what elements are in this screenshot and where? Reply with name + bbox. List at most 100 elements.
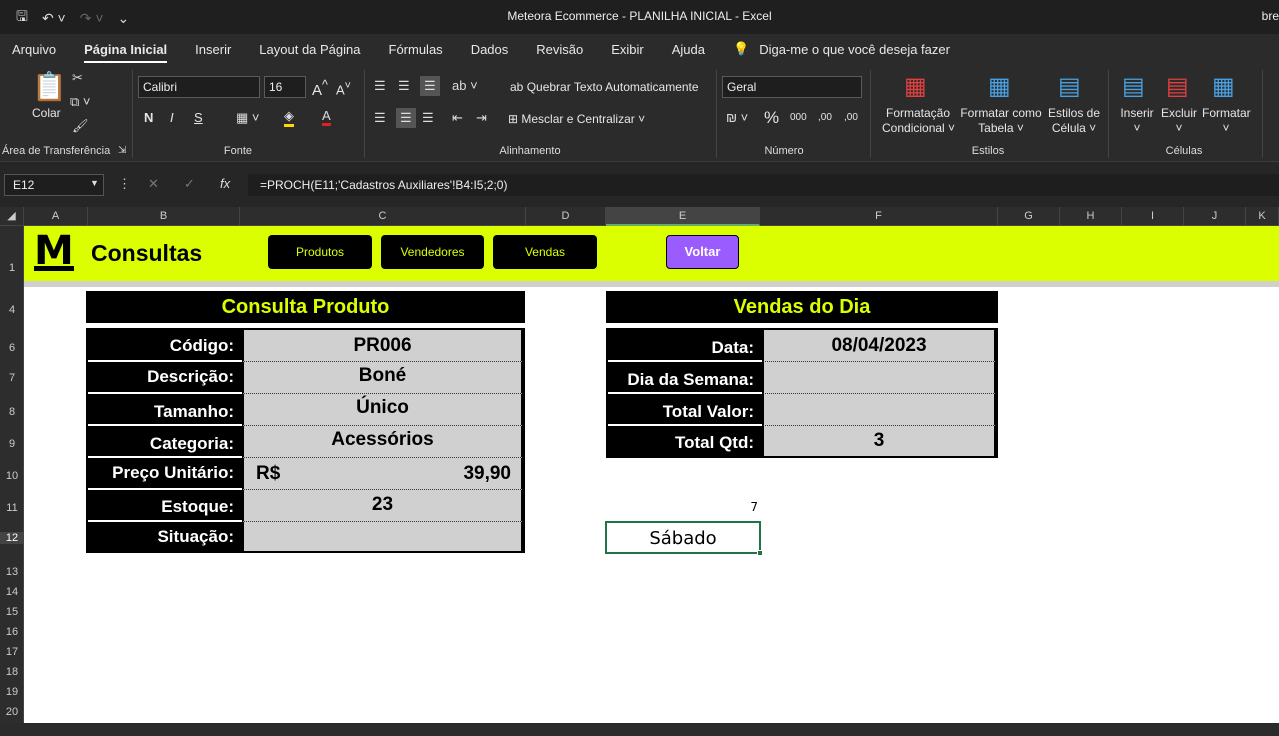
- column-header[interactable]: E: [606, 207, 760, 226]
- fill-handle[interactable]: [757, 550, 763, 556]
- total-valor-value[interactable]: [762, 394, 996, 426]
- increase-decimal-button[interactable]: ,00: [818, 112, 832, 123]
- row-header[interactable]: 1: [0, 262, 24, 274]
- row-header[interactable]: 9: [0, 438, 24, 450]
- dialog-launcher-icon[interactable]: ⇲: [118, 145, 126, 156]
- column-header[interactable]: K: [1246, 207, 1279, 226]
- row-header[interactable]: 16: [0, 626, 24, 638]
- align-center-icon[interactable]: ☰: [396, 108, 416, 128]
- row-header[interactable]: 8: [0, 406, 24, 418]
- categoria-value[interactable]: Acessórios: [242, 426, 523, 458]
- format-as-table-button[interactable]: Formatar como Tabela ˅: [958, 106, 1044, 136]
- grow-font-button[interactable]: A^: [312, 78, 328, 99]
- row-header[interactable]: 15: [0, 606, 24, 618]
- preco-cell[interactable]: R$ 39,90: [242, 458, 523, 490]
- tab-inserir[interactable]: Inserir: [195, 42, 231, 57]
- total-qtd-value[interactable]: 3: [762, 426, 996, 456]
- more-options-icon[interactable]: ⋮: [118, 176, 131, 192]
- codigo-value[interactable]: PR006: [242, 330, 523, 362]
- row-header[interactable]: 19: [0, 686, 24, 698]
- tab-pagina-inicial[interactable]: Página Inicial: [84, 42, 168, 63]
- column-header[interactable]: A: [24, 207, 88, 226]
- tab-dados[interactable]: Dados: [471, 42, 509, 57]
- column-header[interactable]: D: [526, 207, 606, 226]
- descricao-value[interactable]: Boné: [242, 362, 523, 394]
- column-header[interactable]: G: [998, 207, 1060, 226]
- cell-styles-icon[interactable]: ▤: [1058, 72, 1081, 101]
- format-cells-icon[interactable]: ▦: [1212, 72, 1235, 101]
- paste-icon[interactable]: 📋: [32, 70, 67, 103]
- orientation-icon[interactable]: ab ˅: [452, 78, 478, 93]
- formula-input[interactable]: =PROCH(E11;'Cadastros Auxiliares'!B4:I5;…: [248, 174, 1279, 196]
- conditional-format-icon[interactable]: ▦: [904, 72, 927, 101]
- user-name[interactable]: bre: [1262, 9, 1279, 23]
- increase-indent-icon[interactable]: ⇥: [476, 110, 487, 126]
- fill-color-icon[interactable]: ◈: [284, 108, 294, 127]
- thousands-button[interactable]: 000: [790, 112, 807, 123]
- tell-me-search[interactable]: Diga-me o que você deseja fazer: [759, 42, 950, 57]
- row-header[interactable]: 4: [0, 304, 24, 316]
- tab-exibir[interactable]: Exibir: [611, 42, 644, 57]
- bold-button[interactable]: N: [144, 110, 153, 125]
- row-header[interactable]: 18: [0, 666, 24, 678]
- cancel-icon[interactable]: ✕: [148, 176, 159, 192]
- cut-icon[interactable]: ✂: [72, 70, 83, 86]
- insert-cells-icon[interactable]: ▤: [1122, 72, 1145, 101]
- vendas-button[interactable]: Vendas: [493, 235, 597, 269]
- insert-function-icon[interactable]: fx: [220, 176, 230, 191]
- enter-icon[interactable]: ✓: [184, 176, 195, 192]
- tab-arquivo[interactable]: Arquivo: [12, 42, 56, 57]
- format-cells-button[interactable]: Formatar ˅: [1202, 106, 1251, 136]
- format-table-icon[interactable]: ▦: [988, 72, 1011, 101]
- font-color-icon[interactable]: A: [322, 108, 331, 126]
- row-header[interactable]: 13: [0, 566, 24, 578]
- wrap-text-button[interactable]: ab Quebrar Texto Automaticamente: [510, 80, 699, 94]
- row-header[interactable]: 14: [0, 586, 24, 598]
- align-top-icon[interactable]: ☰: [374, 78, 386, 94]
- name-box-dropdown-icon[interactable]: ▼: [90, 178, 99, 188]
- borders-icon[interactable]: ▦ ˅: [236, 110, 260, 126]
- select-all-corner[interactable]: ◢: [0, 207, 24, 226]
- paste-button[interactable]: Colar: [32, 106, 61, 120]
- row-header[interactable]: 6: [0, 342, 24, 354]
- delete-cells-icon[interactable]: ▤: [1166, 72, 1189, 101]
- delete-cells-button[interactable]: Excluir ˅: [1160, 106, 1198, 136]
- align-bottom-icon[interactable]: ☰: [420, 76, 440, 96]
- format-painter-icon[interactable]: 🖌: [72, 118, 89, 134]
- row-header[interactable]: 10: [0, 470, 24, 482]
- tab-layout[interactable]: Layout da Página: [259, 42, 360, 57]
- insert-cells-button[interactable]: Inserir ˅: [1120, 106, 1154, 136]
- estoque-value[interactable]: 23: [242, 490, 523, 522]
- vendedores-button[interactable]: Vendedores: [381, 235, 484, 269]
- tab-ajuda[interactable]: Ajuda: [672, 42, 705, 57]
- font-size-select[interactable]: 16: [264, 76, 306, 98]
- number-format-select[interactable]: Geral: [722, 76, 862, 98]
- column-header[interactable]: C: [240, 207, 526, 226]
- row-header[interactable]: 20: [0, 706, 24, 718]
- row-header[interactable]: 7: [0, 372, 24, 384]
- cell-e12-selected[interactable]: Sábado: [605, 521, 761, 554]
- row-header[interactable]: 17: [0, 646, 24, 658]
- percent-button[interactable]: %: [764, 108, 779, 128]
- decrease-decimal-button[interactable]: ,00: [844, 112, 858, 123]
- currency-format-icon[interactable]: ₪ ˅: [726, 110, 748, 125]
- column-header[interactable]: F: [760, 207, 998, 226]
- align-right-icon[interactable]: ☰: [422, 110, 434, 126]
- column-header[interactable]: H: [1060, 207, 1122, 226]
- decrease-indent-icon[interactable]: ⇤: [452, 110, 463, 126]
- row-header[interactable]: 12: [0, 532, 24, 544]
- column-header[interactable]: B: [88, 207, 240, 226]
- font-name-select[interactable]: Calibri: [138, 76, 260, 98]
- italic-button[interactable]: I: [170, 110, 174, 125]
- dia-semana-value[interactable]: [762, 362, 996, 394]
- conditional-format-button[interactable]: Formatação Condicional ˅: [882, 106, 955, 136]
- data-value[interactable]: 08/04/2023: [762, 330, 996, 362]
- shrink-font-button[interactable]: A˅: [336, 80, 351, 97]
- tab-revisao[interactable]: Revisão: [536, 42, 583, 57]
- merge-center-button[interactable]: ⊞ Mesclar e Centralizar ˅: [508, 112, 645, 126]
- copy-icon[interactable]: ⧉ ˅: [70, 94, 91, 110]
- align-left-icon[interactable]: ☰: [374, 110, 386, 126]
- column-header[interactable]: J: [1184, 207, 1246, 226]
- cell-e11[interactable]: 7: [606, 500, 758, 514]
- row-header[interactable]: 11: [0, 502, 24, 514]
